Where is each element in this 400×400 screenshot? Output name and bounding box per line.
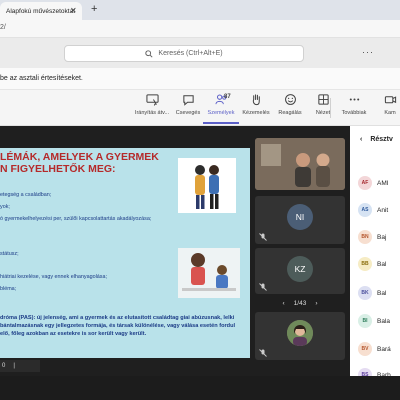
participant-name: Bala <box>377 317 391 325</box>
people-label: Személyek <box>207 110 235 116</box>
slide-paragraph: dróma (PAS): új jelenség, ami a gyermek … <box>0 315 236 337</box>
participant-name: Bará <box>377 345 391 353</box>
slide-navigation: 0 | <box>0 360 40 372</box>
url-text: 2/ <box>0 24 6 31</box>
chat-label: Csevegés <box>175 110 201 116</box>
mic-muted-icon <box>259 233 267 241</box>
slide-text-line: státusz; <box>0 251 19 257</box>
search-icon <box>145 49 153 58</box>
participant-avatar: BI <box>358 314 372 328</box>
participant-avatar-kz: KZ <box>287 256 313 282</box>
participant-avatar: BB <box>358 257 372 271</box>
more-label: Továbbiak <box>341 110 367 116</box>
back-chevron-icon[interactable]: ‹ <box>360 136 362 143</box>
slide-text-line: ó gyermekelhelyezési per, szülői kapcsol… <box>0 216 152 222</box>
couple-illustration <box>178 158 236 213</box>
avatar-initials: NI <box>295 212 305 222</box>
os-taskbar <box>0 376 400 400</box>
participant-avatar-ni: NI <box>287 204 313 230</box>
search-input[interactable]: Keresés (Ctrl+Alt+E) <box>64 45 304 62</box>
notification-text: be az asztali értesítéseket. <box>0 75 83 82</box>
slide-text-line: bléma; <box>0 286 17 292</box>
notification-banner: be az asztali értesítéseket. <box>0 68 400 90</box>
participant-avatar: AF <box>358 176 372 190</box>
pager-next-icon[interactable]: › <box>315 300 317 307</box>
participant-avatar: BV <box>358 342 372 356</box>
chat-button[interactable]: Csevegés <box>170 93 206 116</box>
screen-control-icon <box>145 94 159 106</box>
camera-icon <box>384 96 396 104</box>
slide-text-line: etegség a családban; <box>0 192 52 198</box>
video-tile-webcam[interactable] <box>255 138 345 190</box>
pager-prev-icon[interactable]: ‹ <box>283 300 285 307</box>
tab-title: Alapfokú művészetoktat <box>6 7 76 15</box>
teams-top-bar: Keresés (Ctrl+Alt+E) ··· <box>0 38 400 68</box>
avatar-initials: KZ <box>294 264 306 274</box>
participant-row[interactable]: AF AMI <box>358 176 389 190</box>
slide-title: LÉMÁK, AMELYEK A GYERMEK N FIGYELHETŐK M… <box>0 151 180 175</box>
participant-row[interactable]: BB Bal <box>358 257 386 271</box>
gallery-pager: ‹ 1/43 › <box>255 297 345 309</box>
participant-row[interactable]: AS Anit <box>358 203 388 217</box>
participant-avatar: BN <box>358 230 372 244</box>
more-button[interactable]: Továbbiak <box>336 93 372 116</box>
grid-view-icon <box>317 94 329 105</box>
take-control-label: Irányítás átv... <box>134 110 170 116</box>
participant-name: Bal <box>377 260 387 268</box>
slide-title-line-1: LÉMÁK, AMELYEK A GYERMEK <box>0 151 159 163</box>
view-label: Nézet <box>315 110 331 116</box>
participant-row[interactable]: BK Bal <box>358 286 386 300</box>
participant-photo <box>287 320 313 346</box>
pager-page-count: 1/43 <box>293 299 307 307</box>
raise-hand-label: Kézemelés <box>242 110 270 116</box>
slide-title-line-2: N FIGYELHETŐK MEG: <box>0 163 116 175</box>
camera-button[interactable]: Kam <box>372 93 400 116</box>
raise-hand-icon <box>252 94 260 106</box>
react-button[interactable]: Reagálás <box>272 93 308 116</box>
panel-header: ‹ Résztv <box>350 136 393 143</box>
slide-text-line: hiátriai kezelése, vagy ennek elhanyagol… <box>0 274 107 280</box>
smiley-icon <box>284 94 296 105</box>
video-tile-kz[interactable]: KZ <box>255 248 345 294</box>
new-tab-button[interactable]: + <box>91 3 97 15</box>
browser-tab-bar: Alapfokú művészetoktat ✕ + <box>0 0 400 20</box>
slide-nav-divider-icon: | <box>13 363 15 369</box>
video-tile-ni[interactable]: NI <box>255 196 345 244</box>
more-icon <box>349 98 359 101</box>
address-bar[interactable]: 2/ <box>0 20 400 38</box>
participant-name: Baj <box>377 233 387 241</box>
slide-page-number: 0 <box>2 363 6 369</box>
participants-panel: ‹ Résztv AF AMI AS Anit BN Baj BB Bal BK… <box>350 126 400 382</box>
video-tile-photo[interactable] <box>255 312 345 360</box>
take-control-button[interactable]: Irányítás átv... <box>134 93 170 116</box>
more-options-icon[interactable]: ··· <box>362 47 374 57</box>
family-conflict-illustration <box>178 248 240 298</box>
meeting-toolbar: Irányítás átv... Csevegés 87 Személyek K… <box>0 90 400 126</box>
participant-avatar: BK <box>358 286 372 300</box>
close-tab-icon[interactable]: ✕ <box>70 6 77 15</box>
participant-row[interactable]: BN Baj <box>358 230 386 244</box>
participant-row[interactable]: BV Bará <box>358 342 391 356</box>
mic-muted-icon <box>259 349 267 357</box>
react-label: Reagálás <box>278 110 302 116</box>
participant-name: AMI <box>377 179 389 187</box>
search-placeholder: Keresés (Ctrl+Alt+E) <box>158 50 223 57</box>
people-count-badge: 87 <box>224 94 231 100</box>
shared-slide: LÉMÁK, AMELYEK A GYERMEK N FIGYELHETŐK M… <box>0 148 250 358</box>
slide-text-line: yok; <box>0 204 10 210</box>
people-button[interactable]: 87 Személyek <box>203 93 239 124</box>
camera-label: Kam <box>384 110 396 116</box>
raise-hand-button[interactable]: Kézemelés <box>238 93 274 116</box>
chat-icon <box>182 95 194 106</box>
participant-row[interactable]: BI Bala <box>358 314 390 328</box>
participant-name: Bal <box>377 289 387 297</box>
participant-avatar: AS <box>358 203 372 217</box>
panel-title: Résztv <box>370 136 393 143</box>
toolbar-divider <box>330 98 331 118</box>
webcam-video <box>255 138 345 190</box>
participant-name: Anit <box>377 206 389 214</box>
mic-muted-icon <box>259 283 267 291</box>
